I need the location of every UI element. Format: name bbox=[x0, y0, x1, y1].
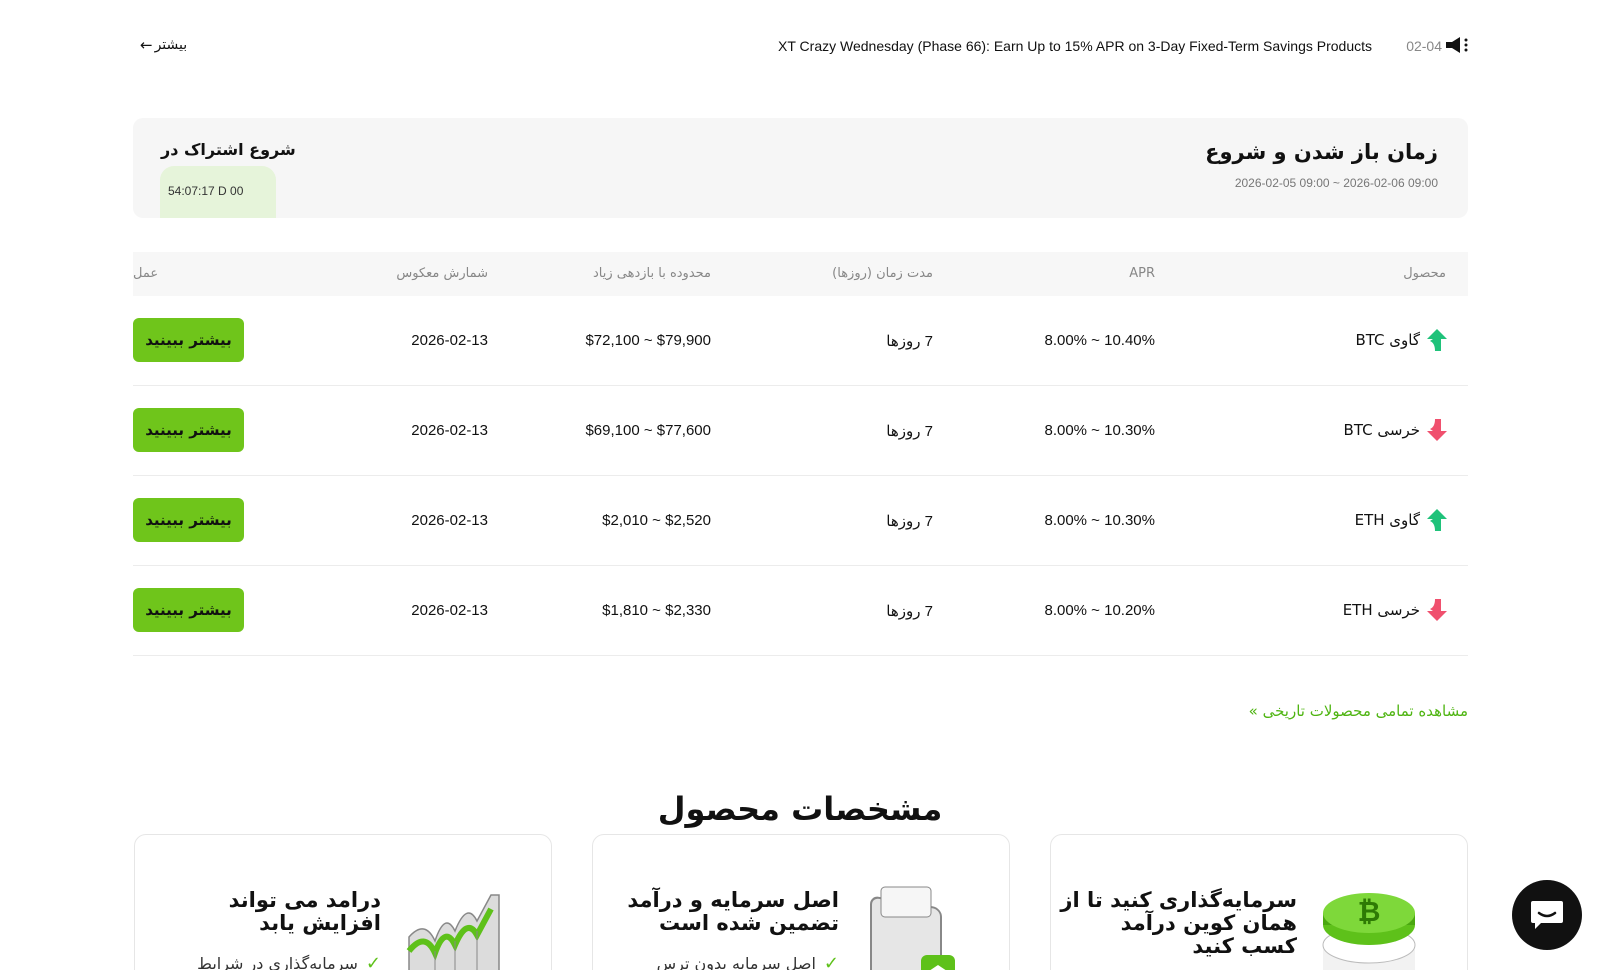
feature-title: درامد می تواند افزایش یابد bbox=[228, 888, 381, 935]
countdown-cell: 2026-02-13 bbox=[411, 602, 488, 619]
apr-cell: 8.00% ~ 10.20% bbox=[1044, 602, 1155, 619]
duration-cell: 7 روزها bbox=[886, 603, 933, 620]
chat-bubble-icon bbox=[1531, 901, 1563, 929]
check-icon: ✓ bbox=[823, 953, 839, 970]
countdown-cell: 2026-02-13 bbox=[411, 332, 488, 349]
range-cell: $72,100 ~ $79,900 bbox=[585, 332, 711, 349]
feature-card: اصل سرمایه و درآمد تضمین شده است ✓ اصل س… bbox=[592, 834, 1010, 970]
table-row: خرسی BTC 8.00% ~ 10.30% 7 روزها $69,100 … bbox=[133, 386, 1468, 476]
feature-title: اصل سرمایه و درآمد تضمین شده است bbox=[627, 888, 839, 935]
see-more-button[interactable]: بیشتر ببینید bbox=[133, 318, 244, 362]
table-row: گاوی BTC 8.00% ~ 10.40% 7 روزها $72,100 … bbox=[133, 296, 1468, 386]
growth-chart-icon bbox=[406, 894, 500, 970]
arrow-up-icon bbox=[1427, 329, 1447, 351]
see-more-button[interactable]: بیشتر ببینید bbox=[133, 408, 244, 452]
check-icon: ✓ bbox=[365, 953, 381, 970]
arrow-down-icon bbox=[1427, 599, 1447, 621]
product-name: خرسی ETH bbox=[1342, 601, 1420, 619]
announcement-title[interactable]: XT Crazy Wednesday (Phase 66): Earn Up t… bbox=[778, 38, 1372, 54]
arrow-down-icon bbox=[1427, 419, 1447, 441]
duration-cell: 7 روزها bbox=[886, 333, 933, 350]
subscription-title: زمان باز شدن و شروع bbox=[1205, 140, 1438, 164]
apr-cell: 8.00% ~ 10.30% bbox=[1044, 422, 1155, 439]
svg-text:₿: ₿ bbox=[1358, 895, 1381, 928]
chat-support-button[interactable] bbox=[1512, 880, 1582, 950]
duration-cell: 7 روزها bbox=[886, 513, 933, 530]
arrow-left-icon: ← bbox=[140, 36, 153, 54]
announcement-bar: ← بیشتر XT Crazy Wednesday (Phase 66): E… bbox=[134, 30, 1470, 62]
countdown-cell: 2026-02-13 bbox=[411, 422, 488, 439]
header-range: محدوده با بازدهی زیاد bbox=[592, 266, 711, 281]
header-duration: مدت زمان (روزها) bbox=[832, 266, 933, 281]
product-name: گاوی ETH bbox=[1354, 511, 1420, 529]
range-cell: $1,810 ~ $2,330 bbox=[602, 602, 711, 619]
see-more-button[interactable]: بیشتر ببینید bbox=[133, 588, 244, 632]
apr-cell: 8.00% ~ 10.40% bbox=[1044, 332, 1155, 349]
product-cell: خرسی ETH bbox=[1343, 598, 1448, 622]
see-more-button[interactable]: بیشتر ببینید bbox=[133, 498, 244, 542]
table-row: خرسی ETH 8.00% ~ 10.20% 7 روزها $1,810 ~… bbox=[133, 566, 1468, 656]
countdown-cell: 2026-02-13 bbox=[411, 512, 488, 529]
table-header: محصول APR مدت زمان (روزها) محدوده با باز… bbox=[133, 252, 1468, 296]
header-countdown: شمارش معکوس bbox=[396, 266, 488, 281]
feature-bullet: ✓ اصل سرمایه بدون ترس bbox=[657, 953, 839, 970]
range-cell: $2,010 ~ $2,520 bbox=[602, 512, 711, 529]
section-title: مشخصات محصول bbox=[657, 790, 943, 828]
subscription-range: 2026-02-05 09:00 ~ 2026-02-06 09:00 bbox=[1234, 176, 1438, 190]
subscription-card: زمان باز شدن و شروع 2026-02-05 09:00 ~ 2… bbox=[133, 118, 1468, 218]
announcement-date: 02-04 bbox=[1406, 38, 1442, 54]
product-cell: گاوی ETH bbox=[1355, 508, 1448, 532]
product-name: خرسی BTC bbox=[1343, 421, 1420, 439]
arrow-up-icon bbox=[1427, 509, 1447, 531]
wallet-icon bbox=[870, 886, 955, 970]
header-product: محصول bbox=[1403, 266, 1446, 281]
feature-bullet: ✓ سرمایه‌گذاری در شرایط bbox=[197, 953, 381, 970]
product-cell: خرسی BTC bbox=[1344, 418, 1448, 442]
product-cell: گاوی BTC bbox=[1355, 328, 1448, 352]
apr-cell: 8.00% ~ 10.30% bbox=[1044, 512, 1155, 529]
range-cell: $69,100 ~ $77,600 bbox=[585, 422, 711, 439]
megaphone-icon bbox=[1446, 37, 1468, 53]
coin-stack-icon: ₿ bbox=[1322, 893, 1416, 970]
feature-card: درامد می تواند افزایش یابد ✓ سرمایه‌گذار… bbox=[134, 834, 552, 970]
header-apr: APR bbox=[1129, 266, 1155, 281]
announcement-more-link[interactable]: ← بیشتر bbox=[140, 36, 187, 54]
feature-card: سرمایه‌گذاری کنید تا از همان کوین درآمد … bbox=[1050, 834, 1468, 970]
table-row: گاوی ETH 8.00% ~ 10.30% 7 روزها $2,010 ~… bbox=[133, 476, 1468, 566]
history-products-link[interactable]: مشاهده تمامی محصولات تاریخی » bbox=[1249, 702, 1468, 720]
feature-title: سرمایه‌گذاری کنید تا از همان کوین درآمد … bbox=[1060, 888, 1297, 958]
announcement-more-label: بیشتر bbox=[154, 37, 188, 53]
countdown-timer: 54:07:17 D 00 bbox=[160, 166, 276, 218]
header-action: عمل bbox=[133, 266, 159, 281]
duration-cell: 7 روزها bbox=[886, 423, 933, 440]
subscription-start-label: شروع اشتراک در bbox=[161, 140, 296, 159]
product-name: گاوی BTC bbox=[1355, 331, 1420, 349]
